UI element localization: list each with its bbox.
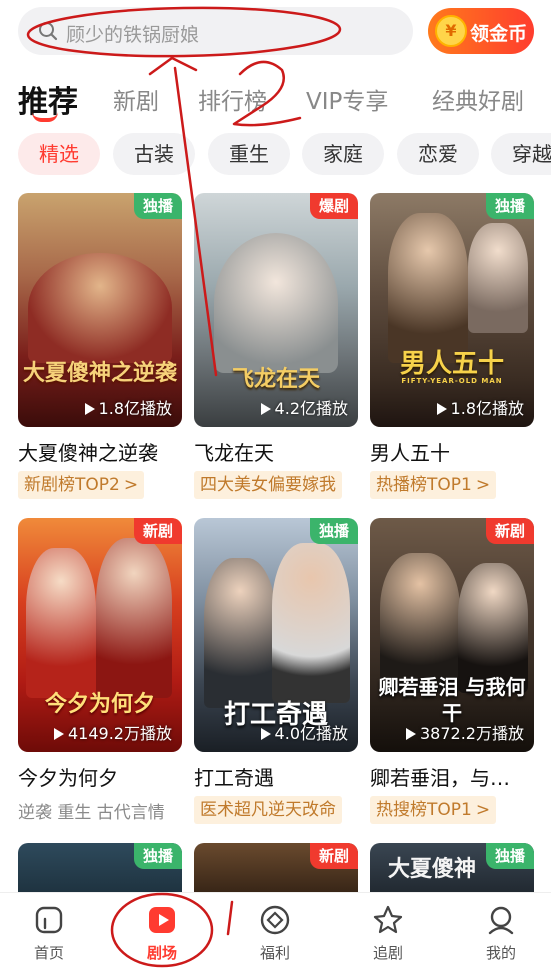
play-count: 4.0亿播放 — [260, 720, 348, 744]
chip-rebirth[interactable]: 重生 — [208, 133, 290, 175]
drama-poster[interactable]: 卿若垂泪 与我何干 新剧 3872.2万播放 — [370, 518, 534, 752]
collect-coins-label: 领金币 — [470, 23, 528, 45]
tab-classics[interactable]: 经典好剧 — [432, 82, 524, 116]
nav-benefits-label: 福利 — [259, 944, 290, 962]
drama-title[interactable]: 大夏傻神之逆袭 — [18, 437, 188, 466]
poster-title: 男人五十 — [399, 349, 504, 379]
coin-icon: ¥ — [435, 15, 467, 47]
chevron-right-icon: > — [475, 475, 491, 495]
poster-title: 飞龙在天 — [231, 366, 320, 392]
search-placeholder[interactable]: 顾少的铁锅厨娘 — [66, 20, 199, 47]
exclusive-badge: 独播 — [133, 843, 182, 869]
tab-new-dramas[interactable]: 新剧 — [113, 82, 159, 116]
play-count: 1.8亿播放 — [436, 395, 524, 419]
poster-title: 今夕为何夕 — [44, 691, 155, 717]
nav-theater[interactable]: 剧场 — [127, 903, 197, 963]
nav-profile-label: 我的 — [485, 944, 516, 962]
play-count: 1.8亿播放 — [84, 395, 172, 419]
chip-time-travel[interactable]: 穿越 — [491, 133, 551, 175]
search-icon — [39, 22, 58, 41]
star-icon — [373, 905, 403, 934]
play-icon — [260, 728, 271, 740]
ranking-tag[interactable]: 热播榜TOP1 > — [370, 471, 497, 499]
chip-featured[interactable]: 精选 — [18, 133, 100, 175]
nav-following[interactable]: 追剧 — [353, 903, 423, 963]
tab-vip[interactable]: VIP专享 — [306, 82, 388, 116]
home-icon — [35, 906, 63, 934]
poster-title: 卿若垂泪 与我何干 — [378, 675, 526, 725]
ranking-tag[interactable]: 新剧榜TOP2 > — [18, 471, 145, 499]
drama-poster[interactable]: 男人五十 FIFTY-YEAR-OLD MAN 独播 1.8亿播放 — [370, 193, 534, 427]
play-icon — [54, 728, 64, 740]
play-icon — [149, 907, 175, 933]
tagline-tag[interactable]: 四大美女偏要嫁我 — [194, 471, 342, 499]
chip-family[interactable]: 家庭 — [302, 133, 384, 175]
search-bar[interactable]: 顾少的铁锅厨娘 — [18, 7, 413, 55]
drama-title[interactable]: 卿若垂泪，与… — [370, 762, 540, 791]
drama-title[interactable]: 男人五十 — [370, 437, 540, 466]
drama-title[interactable]: 打工奇遇 — [194, 762, 364, 791]
genre-tags: 逆袭 重生 古代言情 — [18, 803, 165, 823]
nav-theater-label: 剧场 — [146, 944, 177, 962]
new-badge: 新剧 — [309, 843, 358, 869]
drama-poster[interactable]: 打工奇遇 独播 4.0亿播放 — [194, 518, 358, 752]
collect-coins-button[interactable]: ¥ 领金币 — [428, 8, 534, 54]
drama-poster[interactable]: 大夏傻神之逆袭 独播 1.8亿播放 — [18, 193, 182, 427]
ranking-tag[interactable]: 热搜榜TOP1 > — [370, 796, 497, 824]
exclusive-badge: 独播 — [309, 518, 358, 544]
drama-title[interactable]: 今夕为何夕 — [18, 762, 188, 791]
bottom-navigation: 首页 剧场 福利 追剧 我的 — [0, 892, 551, 972]
category-tabs: 推荐 新剧 排行榜 VIP专享 经典好剧 — [0, 70, 551, 125]
poster-subtitle: FIFTY-YEAR-OLD MAN — [401, 377, 503, 385]
exclusive-badge: 独播 — [133, 193, 182, 219]
play-count: 4149.2万播放 — [54, 720, 172, 744]
exclusive-badge: 独播 — [485, 193, 534, 219]
tab-rankings[interactable]: 排行榜 — [198, 82, 267, 116]
play-icon — [260, 403, 271, 415]
exclusive-badge: 独播 — [485, 843, 534, 869]
nav-benefits[interactable]: 福利 — [240, 903, 310, 963]
filter-chips: 精选 古装 重生 家庭 恋爱 穿越 — [0, 133, 551, 177]
gift-icon — [260, 905, 290, 935]
drama-title[interactable]: 飞龙在天 — [194, 437, 364, 466]
play-count: 3872.2万播放 — [406, 720, 524, 744]
chip-costume[interactable]: 古装 — [113, 133, 195, 175]
hot-badge: 爆剧 — [309, 193, 358, 219]
play-icon — [84, 403, 95, 415]
nav-home[interactable]: 首页 — [14, 903, 84, 963]
play-count: 4.2亿播放 — [260, 395, 348, 419]
drama-poster[interactable]: 今夕为何夕 新剧 4149.2万播放 — [18, 518, 182, 752]
play-icon — [436, 403, 447, 415]
tagline-tag[interactable]: 医术超凡逆天改命 — [194, 796, 342, 824]
nav-profile[interactable]: 我的 — [466, 903, 536, 963]
chevron-right-icon: > — [123, 475, 139, 495]
nav-following-label: 追剧 — [372, 944, 403, 962]
new-badge: 新剧 — [485, 518, 534, 544]
poster-title: 大夏傻神之逆袭 — [22, 360, 177, 386]
chip-romance[interactable]: 恋爱 — [397, 133, 479, 175]
play-icon — [406, 728, 416, 740]
chevron-right-icon: > — [475, 800, 491, 820]
new-badge: 新剧 — [133, 518, 182, 544]
drama-poster[interactable]: 飞龙在天 爆剧 4.2亿播放 — [194, 193, 358, 427]
nav-home-label: 首页 — [33, 944, 64, 962]
profile-icon — [488, 906, 514, 935]
